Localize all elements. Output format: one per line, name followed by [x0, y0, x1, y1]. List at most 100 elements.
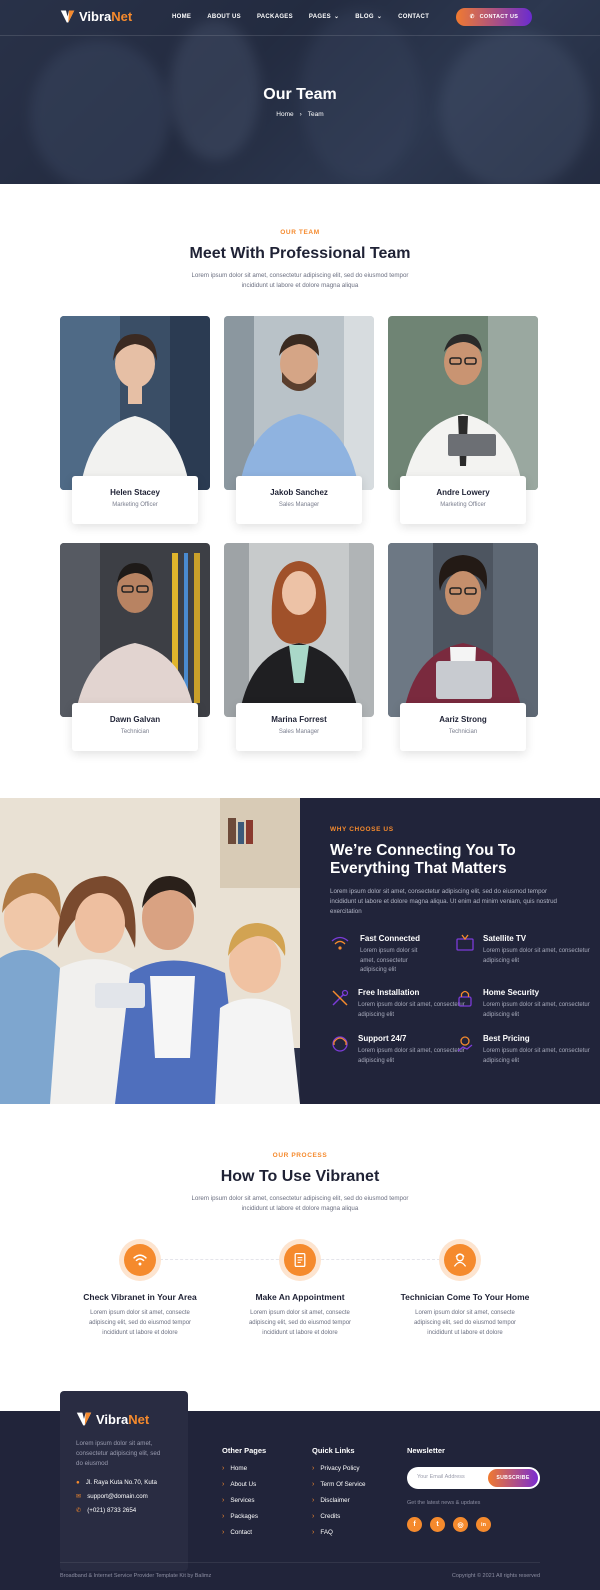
team-eyebrow: OUR TEAM — [280, 229, 320, 236]
site-logo[interactable]: VibraNet — [60, 9, 132, 24]
why-eyebrow: WHY CHOOSE US — [330, 826, 394, 833]
footer-link[interactable]: › Home — [222, 1465, 266, 1472]
footer-copyright: Copyright © 2021 All rights reserved — [451, 1573, 540, 1579]
why-choose-us-section: WHY CHOOSE US We’re Connecting You To Ev… — [0, 798, 600, 1104]
subscribe-button[interactable]: SUBSCRIBE — [488, 1469, 538, 1487]
team-member-name: Dawn Galvan — [109, 715, 161, 724]
breadcrumb-current: Team — [307, 111, 324, 118]
footer-link[interactable]: › Disclaimer — [312, 1497, 365, 1504]
process-heading: How To Use Vibranet — [220, 1168, 380, 1185]
hero-banner: VibraNet HOME ABOUT US PACKAGES PAGES ⌄ B… — [0, 0, 600, 184]
tv-icon — [456, 934, 474, 951]
team-member-photo — [388, 543, 538, 717]
breadcrumb-home-link[interactable]: Home — [276, 111, 293, 118]
team-member-role: Sales Manager — [278, 729, 320, 735]
team-member-name: Helen Stacey — [110, 488, 160, 497]
contact-us-button[interactable]: ✆ CONTACT US — [456, 8, 532, 26]
tools-icon — [332, 989, 349, 1006]
team-member-role: Technician — [448, 729, 478, 735]
team-member-name: Jakob Sanchez — [270, 488, 328, 497]
footer-link[interactable]: › Services — [222, 1497, 266, 1504]
team-subtitle: Lorem ipsum dolor sit amet, consectetur … — [191, 272, 409, 289]
phone-icon: ✆ — [469, 14, 475, 20]
twitter-icon[interactable]: t — [430, 1517, 445, 1532]
chevron-right-icon: › — [312, 1497, 315, 1504]
step-description: Lorem ipsum dolor sit amet, consecte adi… — [413, 1310, 517, 1336]
step-description: Lorem ipsum dolor sit amet, consecte adi… — [248, 1310, 352, 1336]
location-pin-icon: ● — [76, 1479, 80, 1486]
team-card[interactable]: Helen Stacey Marketing Officer — [60, 316, 210, 526]
team-member-info: Marina Forrest Sales Manager — [236, 703, 362, 751]
footer-link[interactable]: › Term Of Service — [312, 1481, 365, 1488]
nav-item-contact[interactable]: CONTACT — [398, 13, 429, 20]
team-member-name: Andre Lowery — [436, 488, 490, 497]
step-title: Make An Appointment — [255, 1292, 345, 1302]
instagram-icon[interactable]: ◎ — [453, 1517, 468, 1532]
team-member-info: Aariz Strong Technician — [400, 703, 526, 751]
breadcrumb: Home › Team — [0, 111, 600, 118]
step-icon-circle — [439, 1239, 481, 1281]
footer-link[interactable]: › Credits — [312, 1513, 365, 1520]
team-heading: Meet With Professional Team — [189, 245, 411, 262]
team-member-info: Helen Stacey Marketing Officer — [72, 476, 198, 524]
chevron-down-icon: ⌄ — [376, 14, 383, 20]
feature-satellite-tv: Satellite TV Lorem ipsum dolor sit amet,… — [483, 934, 590, 964]
footer-address: ● Jl. Raya Kuta No.70, Kuta — [76, 1479, 157, 1486]
chevron-right-icon: › — [312, 1513, 315, 1520]
main-menu: HOME ABOUT US PACKAGES PAGES ⌄ BLOG ⌄ CONT… — [172, 13, 429, 21]
nav-item-about[interactable]: ABOUT US — [207, 13, 241, 20]
process-step: Check Vibranet in Your Area Lorem ipsum … — [65, 1292, 215, 1338]
team-member-info: Dawn Galvan Technician — [72, 703, 198, 751]
footer-brand-box: VibraNet Lorem ipsum dolor sit amet, con… — [60, 1391, 188, 1571]
footer-link[interactable]: › FAQ — [312, 1529, 365, 1536]
team-member-name: Aariz Strong — [439, 715, 487, 724]
process-step: Technician Come To Your Home Lorem ipsum… — [385, 1292, 545, 1338]
wifi-icon — [331, 936, 349, 950]
team-card[interactable]: Aariz Strong Technician — [388, 543, 538, 753]
lock-icon — [458, 990, 472, 1007]
team-member-role: Marketing Officer — [440, 502, 486, 508]
footer-column-title: Quick Links — [312, 1446, 355, 1455]
footer-link[interactable]: › Packages — [222, 1513, 266, 1520]
linkedin-icon[interactable]: in — [476, 1517, 491, 1532]
footer-link[interactable]: › About Us — [222, 1481, 266, 1488]
team-card[interactable]: Dawn Galvan Technician — [60, 543, 210, 753]
facebook-icon[interactable]: f — [407, 1517, 422, 1532]
feature-best-pricing: Best Pricing Lorem ipsum dolor sit amet,… — [483, 1034, 590, 1064]
footer-logo[interactable]: VibraNet — [76, 1411, 149, 1427]
footer-divider — [60, 1562, 540, 1563]
team-card[interactable]: Marina Forrest Sales Manager — [224, 543, 374, 753]
family-photo — [0, 798, 300, 1104]
team-member-info: Jakob Sanchez Sales Manager — [236, 476, 362, 524]
newsletter-form: Your Email Address SUBSCRIBE — [407, 1467, 540, 1489]
process-step: Make An Appointment Lorem ipsum dolor si… — [225, 1292, 375, 1338]
team-card[interactable]: Jakob Sanchez Sales Manager — [224, 316, 374, 526]
step-icon-circle — [119, 1239, 161, 1281]
footer-other-pages: Other Pages › Home › About Us › Services › P… — [222, 1446, 266, 1545]
feature-home-security: Home Security Lorem ipsum dolor sit amet… — [483, 988, 590, 1018]
nav-item-pages[interactable]: PAGES ⌄ — [309, 13, 339, 21]
team-card[interactable]: Andre Lowery Marketing Officer — [388, 316, 538, 526]
chevron-right-icon: › — [222, 1497, 225, 1504]
nav-item-home[interactable]: HOME — [172, 13, 191, 20]
team-member-role: Technician — [120, 729, 150, 735]
newsletter-email-input[interactable]: Your Email Address — [417, 1474, 465, 1480]
footer-column-title: Other Pages — [222, 1446, 267, 1455]
nav-item-blog[interactable]: BLOG ⌄ — [355, 13, 383, 21]
footer-newsletter: Newsletter — [407, 1446, 445, 1465]
footer-link[interactable]: › Privacy Policy — [312, 1465, 365, 1472]
appointment-icon — [294, 1252, 306, 1268]
why-heading: We’re Connecting You To Everything That … — [330, 842, 516, 877]
footer-link[interactable]: › Contact — [222, 1529, 266, 1536]
team-member-photo — [60, 316, 210, 490]
footer-phone[interactable]: ✆ (+021) 8733 2654 — [76, 1507, 136, 1514]
nav-item-packages[interactable]: PACKAGES — [257, 13, 293, 20]
team-member-photo — [224, 316, 374, 490]
team-member-photo — [60, 543, 210, 717]
why-description: Lorem ipsum dolor sit amet, consectetur … — [330, 888, 557, 915]
footer-email[interactable]: ✉ support@domain.com — [76, 1493, 148, 1500]
page-title: Our Team — [263, 86, 337, 103]
footer-about-text: Lorem ipsum dolor sit amet, consectetur … — [76, 1440, 161, 1467]
social-links: f t ◎ in — [407, 1517, 491, 1532]
logo-v-icon — [76, 1412, 92, 1426]
